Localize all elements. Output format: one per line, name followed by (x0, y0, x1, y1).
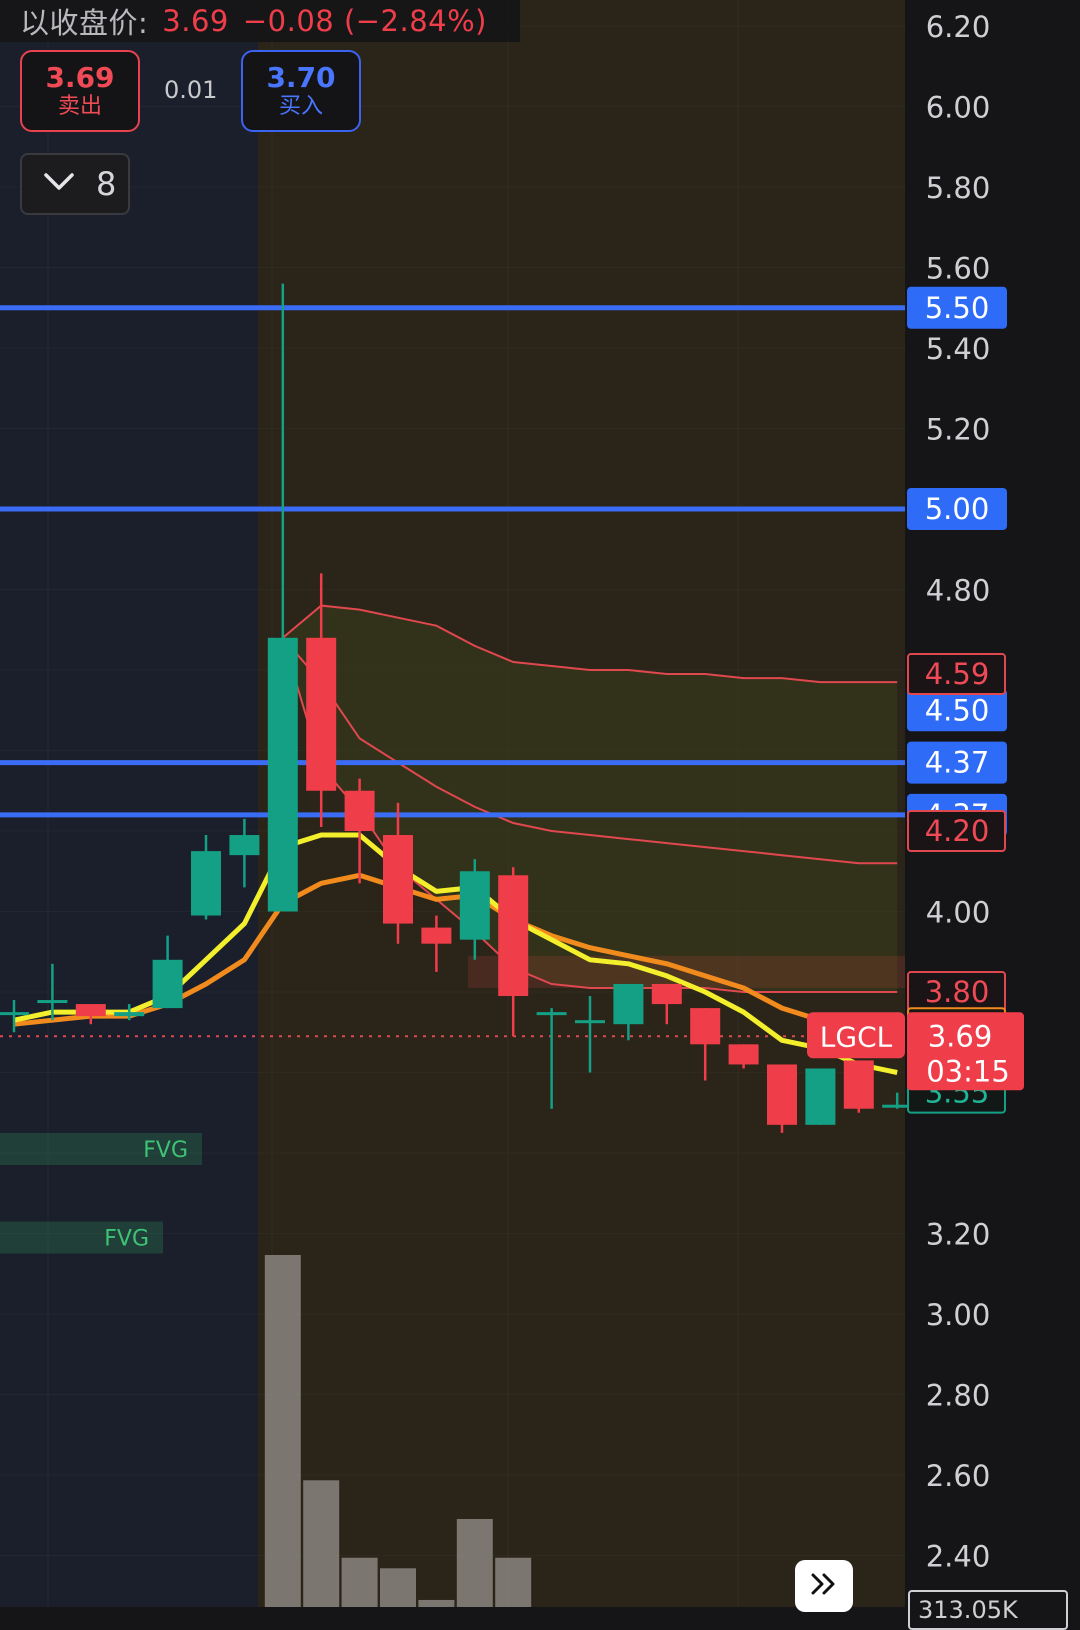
candle-body (498, 875, 529, 997)
y-tick-label: 3.00 (926, 1298, 991, 1332)
candle-body (152, 959, 183, 1009)
price-tag-label: 3.80 (925, 975, 990, 1009)
candle (767, 1064, 797, 1133)
level-tag-label: 5.00 (925, 492, 990, 526)
last-price-label: 3.69 (928, 1019, 993, 1053)
y-tick-label: 6.00 (926, 91, 991, 125)
candle-body (459, 871, 490, 940)
candle-body (114, 1012, 145, 1017)
symbol-label: LGCL (820, 1020, 893, 1053)
volume-bar (303, 1480, 340, 1607)
sell-label: 卖出 (57, 94, 102, 120)
fvg-label: FVG (143, 1138, 188, 1163)
price-chart[interactable]: FVG FVG 6.20 6.00 5.80 5.60 5.40 5.20 4.80 4.00 3.… (0, 0, 1080, 1607)
candle-body (75, 1004, 106, 1017)
candle-body (191, 851, 221, 916)
candle-body (613, 983, 644, 1025)
fvg-label: FVG (104, 1227, 149, 1252)
candle-body (0, 1012, 29, 1016)
candle-body (728, 1044, 759, 1065)
candle-body (267, 637, 298, 912)
price-tag-label: 4.59 (925, 657, 990, 691)
y-tick-label: 2.80 (926, 1379, 991, 1413)
scroll-to-latest-button[interactable] (795, 1560, 853, 1612)
y-tick-label: 4.80 (926, 574, 991, 608)
chevron-down-icon (44, 172, 74, 196)
y-tick-label: 6.20 (926, 10, 991, 44)
header-price: 3.69 (162, 4, 229, 38)
volume-bar (418, 1599, 455, 1607)
candle-body (651, 983, 682, 1005)
candle-body (690, 1008, 721, 1045)
candle-body (421, 927, 452, 944)
candle-body (383, 835, 413, 924)
premarket-session-bg (0, 0, 258, 1607)
buy-button[interactable]: 3.70 买入 (241, 50, 361, 132)
y-tick-label: 2.40 (926, 1540, 991, 1574)
volume-bar (264, 1255, 301, 1607)
y-tick-label: 2.60 (926, 1459, 991, 1493)
level-tag-label: 4.37 (925, 746, 990, 780)
header-change: −0.08 (−2.84%) (242, 4, 487, 38)
price-tag-label: 4.20 (925, 814, 990, 848)
level-tag-label: 4.50 (925, 693, 990, 727)
volume-bar (456, 1519, 493, 1607)
candle-body (229, 835, 260, 856)
candle-body (767, 1064, 797, 1125)
y-tick-label: 5.20 (926, 413, 991, 447)
double-chevron-right-icon (809, 1571, 839, 1601)
candle-body (536, 1012, 567, 1016)
candle-body (805, 1068, 836, 1125)
buy-price: 3.70 (266, 61, 336, 95)
candle-body (306, 637, 337, 791)
y-tick-label: 5.80 (926, 171, 991, 205)
sell-button[interactable]: 3.69 卖出 (20, 50, 140, 132)
spread-value: 0.01 (164, 76, 218, 104)
close-price-header: 以收盘价: 3.69 −0.08 (−2.84%) (0, 0, 520, 42)
buy-label: 买入 (278, 94, 323, 120)
y-tick-label: 4.00 (926, 896, 991, 930)
volume-tag: 313.05K (908, 1590, 1068, 1630)
interval-selector[interactable]: 8 (20, 153, 130, 215)
volume-bar (341, 1557, 378, 1607)
y-tick-label: 5.40 (926, 332, 991, 366)
candle-body (344, 790, 375, 831)
volume-bar (380, 1568, 416, 1607)
y-tick-label: 3.20 (926, 1218, 991, 1252)
volume-bar (495, 1557, 532, 1607)
candle-body (575, 1020, 605, 1024)
candle-body (843, 1060, 874, 1109)
level-tag-label: 5.50 (925, 291, 990, 325)
sell-price: 3.69 (45, 61, 115, 95)
interval-value: 8 (96, 165, 117, 203)
countdown-label: 03:15 (926, 1054, 1010, 1088)
y-tick-label: 5.60 (926, 252, 991, 286)
candle-body (37, 1000, 68, 1004)
candle (843, 1060, 874, 1113)
header-label: 以收盘价: (20, 6, 149, 40)
candle (805, 1068, 836, 1125)
